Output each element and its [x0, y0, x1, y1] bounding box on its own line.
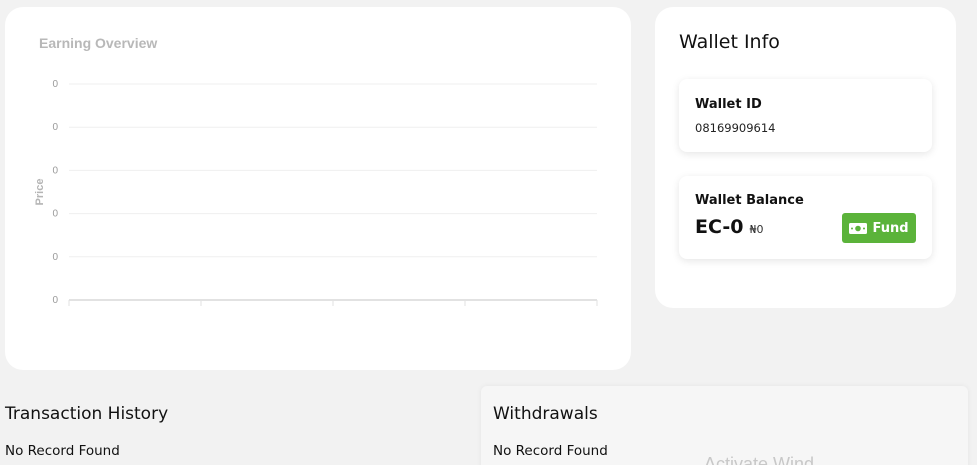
withdrawals-empty-text: No Record Found	[493, 443, 608, 459]
y-tick-label: 0	[52, 79, 58, 90]
chart-title: Earning Overview	[39, 35, 158, 51]
withdrawals-title: Withdrawals	[493, 404, 598, 424]
y-axis-label: Price	[34, 179, 46, 206]
transaction-history-title: Transaction History	[5, 404, 169, 424]
y-tick-label: 0	[52, 122, 58, 133]
wallet-balance-label: Wallet Balance	[695, 193, 804, 208]
fund-button-label: Fund	[872, 220, 909, 236]
wallet-balance-naira: ₦0	[749, 223, 764, 236]
fund-button[interactable]: Fund	[842, 213, 916, 243]
wallet-id-label: Wallet ID	[695, 97, 762, 112]
y-tick-label: 0	[52, 165, 58, 176]
earning-chart: 0 0 0 0 0 0 Price	[34, 79, 598, 306]
wallet-info-title: Wallet Info	[679, 31, 780, 53]
wallet-balance-row: EC-0 ₦0	[695, 216, 763, 238]
transaction-empty-text: No Record Found	[5, 443, 120, 459]
wallet-id-card: Wallet ID 08169909614	[679, 79, 932, 152]
wallet-balance-amount: EC-0	[695, 216, 744, 238]
money-icon	[849, 222, 868, 234]
wallet-balance-card: Wallet Balance EC-0 ₦0 Fund	[679, 176, 932, 259]
y-tick-label: 0	[52, 295, 58, 306]
y-tick-label: 0	[52, 252, 58, 263]
y-tick-label: 0	[52, 209, 58, 220]
wallet-info-card: Wallet Info Wallet ID 08169909614 Wallet…	[655, 7, 956, 308]
activate-windows-watermark: Activate Wind	[704, 454, 815, 465]
earning-overview-card: 0 0 0 0 0 0 Price Earning Overview	[5, 7, 631, 370]
wallet-id-value: 08169909614	[695, 121, 776, 135]
